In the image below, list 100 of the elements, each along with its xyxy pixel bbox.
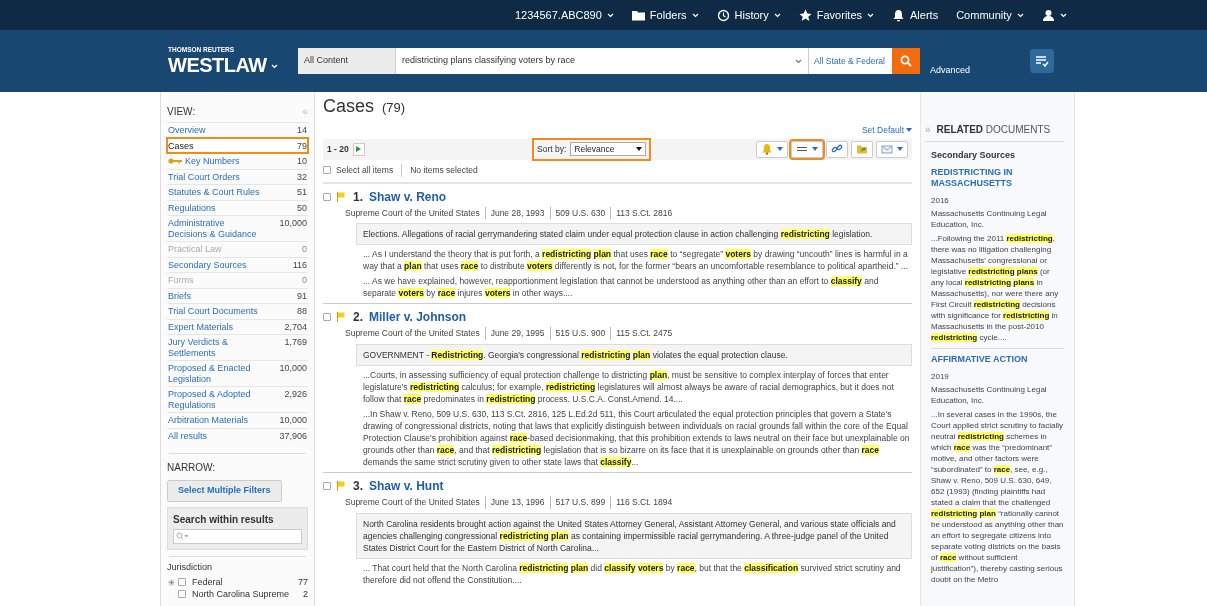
advanced-link[interactable]: Advanced	[930, 63, 971, 77]
filter-button[interactable]: Select Multiple Filters	[167, 480, 282, 502]
checkbox[interactable]	[178, 590, 186, 598]
view-item[interactable]: Secondary Sources 116	[167, 256, 308, 272]
filter-label[interactable]: Federal	[192, 576, 295, 588]
view-item[interactable]: Administrative Decisions & Guidance 10,000	[167, 215, 308, 241]
search-icon	[900, 55, 912, 67]
nav-menu[interactable]: 1234567.ABC890	[515, 6, 614, 24]
result-metadata: Supreme Court of the United States	[345, 327, 481, 340]
document-title-link[interactable]: REDISTRICTING IN MASSACHUSETTS	[931, 167, 1064, 189]
panel-heading: RELATED DOCUMENTS	[936, 124, 1051, 135]
summary-text: GOVERNMENT - Redistricting. Georgia's congressional redistricting plan violates the equal protection clause.	[356, 344, 912, 366]
result-metadata: 509 U.S. 630	[549, 206, 611, 220]
filter-label[interactable]: North Carolina Supreme	[192, 588, 300, 600]
caret-icon	[691, 12, 699, 18]
checkbox[interactable]	[323, 313, 331, 322]
result-title-link[interactable]: Miller v. Johnson	[369, 308, 467, 327]
caret-icon	[1059, 12, 1067, 18]
caret-icon	[897, 147, 903, 152]
folder-icon	[856, 143, 868, 156]
result-metadata: June 13, 1996	[484, 496, 550, 509]
document-publisher: Massachusetts Continuing Legal Education, Inc.	[931, 384, 1048, 406]
snippet-text: ...Courts, in assessing sufficiency of equal protection challenge to districting plan, must be sensitive to complex interplay of forces that enter legislature's redistricting calculus; for example, redistricting legislatures will almost always be aware of racial demographics, but it does not follow that race predominates in redistricting process. U.S.C.A. Const.Amend. 14....	[363, 369, 895, 405]
caret-icon	[773, 12, 781, 18]
result-number: 3.	[353, 478, 363, 495]
nav-menu[interactable]: Alerts	[892, 6, 939, 24]
document-title-link[interactable]: AFFIRMATIVE ACTION	[931, 354, 1064, 365]
toolbar-button[interactable]	[826, 140, 848, 158]
caret-icon	[812, 147, 818, 152]
section-heading: Jurisdiction	[167, 560, 214, 574]
checkbox[interactable]	[323, 192, 331, 201]
nav-menu[interactable]	[1041, 8, 1067, 22]
view-item[interactable]: Proposed & Adopted Regulations 2,926	[167, 386, 308, 412]
document-year: 2016	[931, 195, 950, 206]
section-heading: VIEW:	[167, 105, 196, 119]
filter-count: 77	[298, 576, 308, 588]
nav-menu[interactable]: History	[716, 6, 781, 24]
list-check-icon	[1035, 55, 1050, 67]
nav-menu[interactable]: Folders	[631, 6, 699, 24]
result-metadata: 116 S.Ct. 1894	[610, 496, 678, 509]
view-item[interactable]: Trial Court Documents 88	[167, 303, 308, 319]
brand-logo: WESTLAW	[168, 54, 267, 76]
caret-icon	[636, 147, 643, 152]
star-icon	[798, 8, 812, 22]
scope-field[interactable]: All Content	[298, 48, 395, 74]
view-item[interactable]: Regulations 50	[167, 199, 308, 215]
search-icon	[176, 532, 188, 540]
result-metadata: 517 U.S. 899	[549, 496, 611, 509]
section-heading: NARROW:	[167, 461, 217, 475]
result-metadata: 115 S.Ct. 2475	[610, 327, 678, 340]
select-all-checkbox[interactable]: Select all items	[323, 163, 403, 177]
result-title-link[interactable]: Shaw v. Reno	[369, 187, 447, 206]
snippet-text: ...In several cases in the 1990s, the Court applied strict scrutiny to facially neutral redistricting schemes in which race was the “predominant” motive, and other factors were “subordinated” to race, see, e.g., Shaw v. Reno, 509 U.S. 630, 649, 652 (1993) (finding plaintiffs had stated a claim that the challenged redistricting plan “rationally cannot be understood as anything other than an effort to segregate citizens into separate voting districts on the basis of race without sufficient justification”), thereby casting serious doubt on the Metro	[931, 409, 1064, 585]
result-metadata: Supreme Court of the United States	[345, 496, 481, 509]
jurisdiction-selector[interactable]: All State & Federal	[808, 48, 892, 74]
search-field[interactable]	[173, 528, 302, 544]
snippet-text: ... That court held that the North Carolina redistricting plan did classify voters by race, but that the classification survived strict scrutiny and therefore did not offend the Constitution....	[363, 561, 902, 586]
nav-menu[interactable]: Favorites	[798, 6, 875, 24]
flag-icon	[337, 191, 345, 202]
checkbox[interactable]	[178, 578, 186, 586]
toolbar-button[interactable]	[791, 140, 823, 158]
next-page-button[interactable]	[352, 142, 365, 156]
user-icon	[1041, 8, 1055, 22]
panel-title: Search within results	[173, 512, 275, 527]
result-metadata: 515 U.S. 900	[549, 327, 611, 340]
view-item[interactable]: Cases 79	[167, 137, 308, 153]
set-default-link[interactable]: Set Default	[861, 124, 912, 137]
document-publisher: Massachusetts Continuing Legal Education, Inc.	[931, 208, 1048, 230]
view-item[interactable]: Key Numbers 10	[167, 153, 308, 169]
key-icon	[168, 158, 182, 165]
flag-icon	[337, 312, 345, 323]
result-number: 2.	[353, 309, 363, 327]
checkbox[interactable]	[323, 482, 331, 490]
toolbar-button[interactable]	[756, 140, 788, 158]
page-range: 1 - 20	[327, 142, 349, 156]
view-item[interactable]: Briefs 91	[167, 287, 308, 303]
result-title-link[interactable]: Shaw v. Hunt	[369, 477, 444, 495]
view-item[interactable]: Proposed & Enacted Legislation 10,000	[167, 360, 308, 386]
play-icon	[356, 146, 362, 153]
section-heading: Secondary Sources	[931, 150, 1017, 161]
view-item[interactable]: All results 37,906	[167, 427, 308, 443]
clock-icon	[716, 8, 730, 22]
view-item[interactable]: Trial Court Orders 32	[167, 168, 308, 184]
view-item[interactable]: Statutes & Court Rules 51	[167, 184, 308, 200]
flag-icon	[337, 481, 345, 491]
search-button[interactable]	[892, 48, 920, 74]
view-item[interactable]: Expert Materials 2,704	[167, 318, 308, 334]
search-field[interactable]: redistricting plans classifying voters by race	[395, 48, 808, 74]
nav-menu[interactable]: Community	[956, 6, 1024, 24]
caret-icon	[867, 12, 875, 18]
snippet-text: ... As we have explained, however, reapportionment legislation that cannot be understood as anything other than an effort to classify and separate voters by race injures voters in other ways....	[363, 275, 880, 300]
result-count: (79)	[382, 99, 406, 117]
summary-text: North Carolina residents brought action against the United States Attorney General, Assistant Attorney General, and various state officials and agencies challenging congressional redistricting plan as containing impermissible racial gerrymandering. A three-judge panel of the United States District Court for the Eastern District of North Carolina...	[356, 512, 912, 559]
view-item[interactable]: Arbitration Materials 10,000	[167, 412, 308, 428]
bell-icon	[892, 8, 906, 22]
result-number: 1.	[353, 188, 363, 206]
sort-control[interactable]: Sort by: Relevance	[533, 138, 651, 160]
caret-icon	[906, 128, 912, 133]
view-item[interactable]: Jury Verdicts & Settlements 1,769	[167, 334, 308, 360]
list-check-button[interactable]	[1030, 49, 1055, 73]
